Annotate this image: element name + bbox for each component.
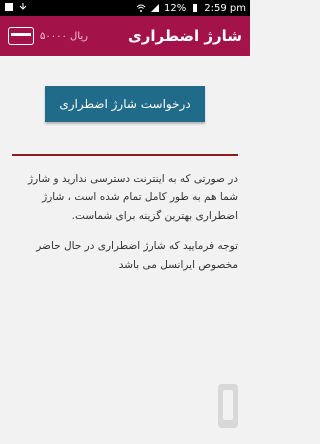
- page-title: شارژ اضطراری: [128, 27, 242, 45]
- status-left-icons: [4, 2, 28, 12]
- download-icon: [19, 3, 27, 10]
- notice-paragraph: توجه فرمایید که شارژ اضطراری در حال حاضر…: [36, 240, 238, 271]
- balance-value: ۵۰۰۰۰ ریال: [40, 30, 88, 42]
- request-emergency-charge-button[interactable]: درخواست شارژ اضطراری: [45, 86, 205, 122]
- sim-icon: [5, 3, 13, 11]
- divider: [12, 154, 238, 156]
- signal-icon: [151, 4, 160, 12]
- status-bar: 12% 2:59 pm: [0, 0, 250, 16]
- status-time: 2:59 pm: [204, 2, 246, 14]
- balance-area: ۵۰۰۰۰ ریال: [8, 27, 88, 45]
- battery-percent: 12%: [164, 2, 187, 14]
- battery-icon: [193, 4, 198, 12]
- card-icon[interactable]: [8, 27, 34, 45]
- app-bar: ۵۰۰۰۰ ریال شارژ اضطراری: [0, 16, 250, 56]
- description-paragraph: در صورتی که به اینترنت دسترسی ندارید و ش…: [28, 173, 238, 222]
- bazaar-watermark-icon: [218, 384, 238, 428]
- main-content: درخواست شارژ اضطراری در صورتی که به اینت…: [0, 86, 250, 274]
- wifi-icon: [136, 4, 146, 12]
